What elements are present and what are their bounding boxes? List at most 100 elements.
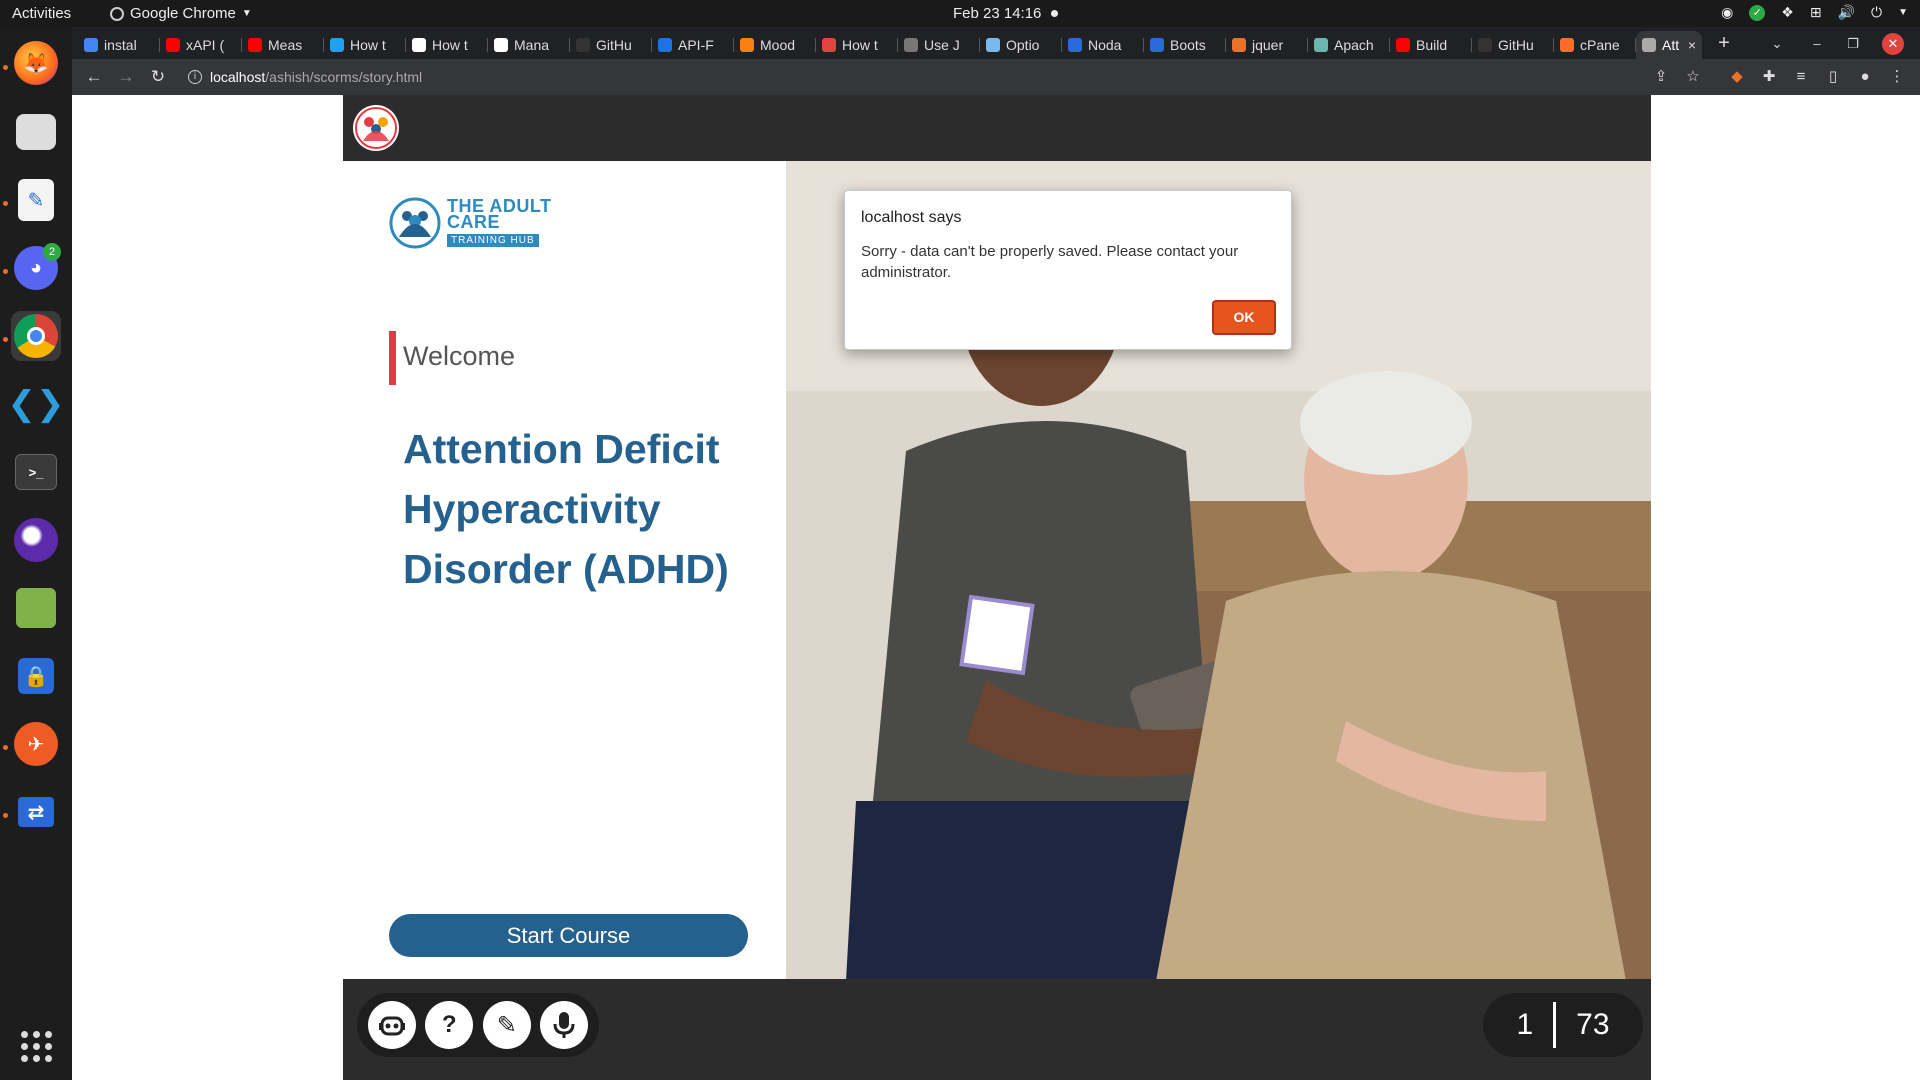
dock-text-editor[interactable]: ✎ xyxy=(11,175,61,225)
tab[interactable]: GitHu xyxy=(1472,31,1554,59)
tab[interactable]: Build xyxy=(1390,31,1472,59)
tab-favicon-icon xyxy=(1560,38,1574,52)
power-icon[interactable]: ⏻ xyxy=(1871,4,1882,21)
player-logo xyxy=(353,105,399,151)
share-icon[interactable]: ⇪ xyxy=(1650,66,1672,88)
dock-postman[interactable]: ✈ xyxy=(11,719,61,769)
tab[interactable]: Boots xyxy=(1144,31,1226,59)
forward-icon[interactable]: → xyxy=(114,65,138,89)
url-path: /ashish/scorms/story.html xyxy=(265,69,423,85)
postman-icon: ✈ xyxy=(14,722,58,766)
pencil-notes-icon[interactable]: ✎ xyxy=(482,1001,531,1049)
total-slide-count: 73 xyxy=(1576,1008,1610,1041)
tab[interactable]: jquer xyxy=(1226,31,1308,59)
pager-divider xyxy=(1553,1002,1557,1048)
volume-icon[interactable]: 🔊 xyxy=(1838,4,1855,21)
tab-label: Optio xyxy=(1006,37,1040,53)
accessibility-robot-icon[interactable] xyxy=(367,1001,416,1049)
clock[interactable]: Feb 23 14:16 xyxy=(953,5,1059,22)
tab-close-icon[interactable]: × xyxy=(1688,37,1696,53)
side-panel-icon[interactable]: ▯ xyxy=(1822,66,1844,88)
lock-icon: 🔒 xyxy=(18,658,54,694)
dock-vscode[interactable]: ❮❯ xyxy=(8,379,65,429)
tab[interactable]: How t xyxy=(406,31,488,59)
tab-favicon-icon xyxy=(576,38,590,52)
tab-label: Att xyxy=(1662,37,1680,53)
tab[interactable]: API-F xyxy=(652,31,734,59)
tab[interactable]: How t xyxy=(816,31,898,59)
tab-favicon-icon xyxy=(84,38,98,52)
tab[interactable]: Mood xyxy=(734,31,816,59)
notification-dot-icon xyxy=(1051,10,1059,17)
dock-image-viewer[interactable] xyxy=(11,583,61,633)
tab-strip: instal xAPI (Meas How t How t Mana GitHu API-F… xyxy=(72,27,1920,59)
dropbox-tray-icon[interactable]: ❖ xyxy=(1781,4,1794,21)
tab-label: Boots xyxy=(1170,37,1206,53)
running-indicator xyxy=(3,269,8,274)
dock-tor[interactable] xyxy=(11,515,61,565)
tab[interactable]: Noda xyxy=(1062,31,1144,59)
dock-vpn[interactable]: 🔒 xyxy=(11,651,61,701)
discord-tray-icon[interactable]: ◉ xyxy=(1721,4,1733,21)
address-bar[interactable]: i localhost/ashish/scorms/story.html xyxy=(180,63,1710,91)
caret-down-icon: ▼ xyxy=(241,8,252,19)
dock-files[interactable] xyxy=(11,107,61,157)
extensions-puzzle-icon[interactable]: ✚ xyxy=(1758,66,1780,88)
help-question-icon[interactable]: ? xyxy=(425,1001,474,1049)
running-indicator xyxy=(3,813,8,818)
network-icon[interactable]: ⊞ xyxy=(1810,4,1822,21)
reading-list-icon[interactable]: ≡ xyxy=(1790,66,1812,88)
reload-icon[interactable]: ↻ xyxy=(146,65,170,89)
tab-favicon-icon xyxy=(986,38,1000,52)
app-menu-label: Google Chrome xyxy=(130,5,236,22)
tab-label: Build xyxy=(1416,37,1448,53)
dock-remote-desktop[interactable]: ⇄ xyxy=(11,787,61,837)
tab[interactable]: xAPI ( xyxy=(160,31,242,59)
brand-logo: THE ADULT CARE TRAINING HUB xyxy=(389,197,551,249)
activities-button[interactable]: Activities xyxy=(12,5,71,22)
tab-label: API-F xyxy=(678,37,714,53)
firefox-icon: 🦊 xyxy=(14,41,58,85)
caret-down-icon[interactable]: ▼ xyxy=(1898,7,1908,18)
adult-care-logo-icon xyxy=(389,197,441,249)
dock-discord[interactable]: ◕ 2 xyxy=(11,243,61,293)
tab[interactable]: Meas xyxy=(242,31,324,59)
tab-active[interactable]: Att × xyxy=(1636,31,1702,59)
tab-label: Use J xyxy=(924,37,960,53)
tab[interactable]: Optio xyxy=(980,31,1062,59)
check-tray-icon[interactable]: ✓ xyxy=(1749,4,1766,21)
tab[interactable]: GitHu xyxy=(570,31,652,59)
dock-show-apps[interactable] xyxy=(11,1021,61,1071)
dock-terminal[interactable]: >_ xyxy=(11,447,61,497)
url-host: localhost xyxy=(210,69,266,85)
back-icon[interactable]: ← xyxy=(82,65,106,89)
app-menu[interactable]: Google Chrome ▼ xyxy=(110,5,252,22)
kebab-menu-icon[interactable]: ⋮ xyxy=(1886,66,1908,88)
restore-icon[interactable]: ❐ xyxy=(1842,33,1864,55)
dock-firefox[interactable]: 🦊 xyxy=(11,38,61,88)
tab-label: Apach xyxy=(1334,37,1374,53)
tab[interactable]: instal xyxy=(78,31,160,59)
metamask-extension-icon[interactable]: ◆ xyxy=(1726,66,1748,88)
bookmark-star-icon[interactable]: ☆ xyxy=(1682,66,1704,88)
new-tab-icon[interactable]: + xyxy=(1712,31,1736,55)
tab[interactable]: Mana xyxy=(488,31,570,59)
site-info-icon[interactable]: i xyxy=(188,70,202,84)
tab[interactable]: Use J xyxy=(898,31,980,59)
tab[interactable]: cPane xyxy=(1554,31,1636,59)
dock: 🦊 ✎ ◕ 2 ❮❯ >_ 🔒 ✈ ⇄ xyxy=(0,27,72,1080)
profile-avatar-icon[interactable]: ● xyxy=(1854,66,1876,88)
alert-ok-button[interactable]: OK xyxy=(1212,300,1276,335)
tab[interactable]: Apach xyxy=(1308,31,1390,59)
tab[interactable]: How t xyxy=(324,31,406,59)
close-window-icon[interactable]: ✕ xyxy=(1882,33,1904,55)
slide-pager: 1 73 xyxy=(1483,993,1643,1057)
chrome-icon xyxy=(14,314,58,358)
tab-search-icon[interactable]: ⌄ xyxy=(1766,33,1788,55)
microphone-icon[interactable] xyxy=(540,1001,589,1049)
minimize-icon[interactable]: – xyxy=(1806,33,1828,55)
player-controls: ? ✎ xyxy=(357,993,599,1057)
start-course-button[interactable]: Start Course xyxy=(389,914,748,957)
tab-label: GitHu xyxy=(596,37,632,53)
dock-chrome[interactable] xyxy=(11,311,61,361)
